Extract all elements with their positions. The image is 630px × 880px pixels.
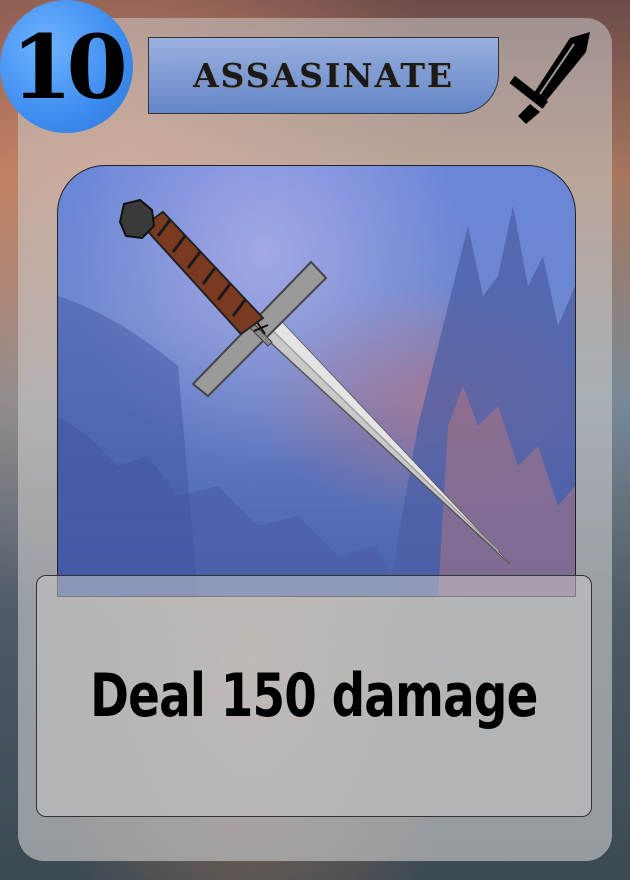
title-banner: ASSASINATE	[148, 37, 499, 114]
card-artwork	[57, 165, 576, 597]
cost-badge: 10	[0, 0, 133, 133]
card-title: ASSASINATE	[192, 56, 455, 95]
effect-text: Deal 150 damage	[90, 661, 538, 731]
cost-value: 10	[11, 14, 127, 119]
effect-text-box: Deal 150 damage	[36, 575, 592, 817]
sword-icon	[509, 32, 590, 124]
dagger-illustration	[118, 198, 511, 565]
